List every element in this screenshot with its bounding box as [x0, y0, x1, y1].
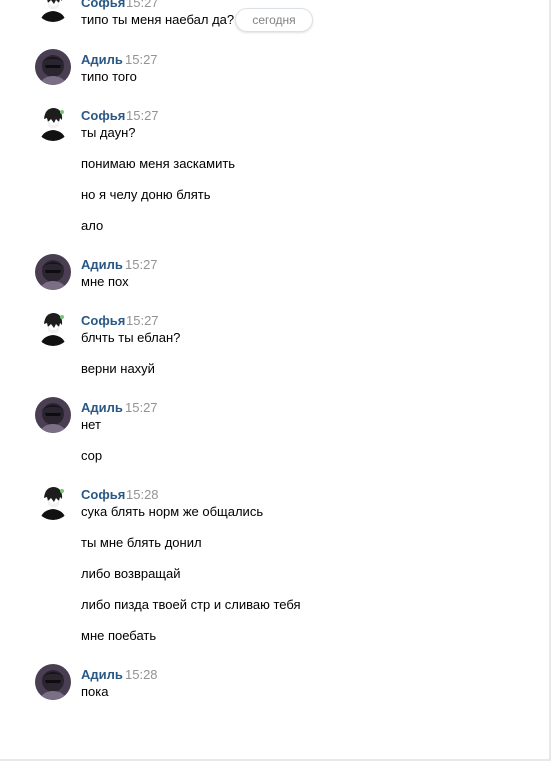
avatar-sofya-image: [35, 0, 71, 22]
message-text: пока: [81, 684, 109, 699]
message-text: понимаю меня заскамить: [81, 156, 236, 171]
timestamp[interactable]: 15:27: [125, 400, 158, 415]
avatar-adil[interactable]: [35, 664, 71, 700]
message-text: мне поебать: [81, 628, 157, 643]
author-name[interactable]: Адиль: [81, 667, 123, 682]
timestamp[interactable]: 15:27: [126, 108, 159, 123]
timestamp[interactable]: 15:27: [126, 313, 159, 328]
message-text: сор: [81, 448, 103, 463]
message-text: ты мне блять донил: [81, 535, 202, 550]
avatar-adil-image: [35, 664, 71, 700]
avatar-adil-image: [35, 254, 71, 290]
timestamp[interactable]: 15:27: [125, 257, 158, 272]
message-text: ты даун?: [81, 125, 136, 140]
author-name[interactable]: Софья: [81, 313, 125, 328]
message-text: либо возвращай: [81, 566, 181, 581]
avatar-sofya[interactable]: [35, 484, 71, 520]
timestamp[interactable]: 15:28: [125, 667, 158, 682]
avatar-adil[interactable]: [35, 397, 71, 433]
author-name[interactable]: Софья: [81, 0, 125, 10]
message-text: типо ты меня наебал да?: [81, 12, 235, 27]
author-name[interactable]: Адиль: [81, 257, 123, 272]
avatar-sofya[interactable]: [35, 105, 71, 141]
author-name[interactable]: Адиль: [81, 52, 123, 67]
avatar-sofya-image: [35, 484, 71, 520]
timestamp[interactable]: 15:28: [126, 487, 159, 502]
avatar-sofya-image: [35, 105, 71, 141]
message-text: типо того: [81, 69, 137, 84]
message-text: ало: [81, 218, 104, 233]
message-text: мне пох: [81, 274, 129, 289]
timestamp[interactable]: 15:27: [126, 0, 159, 10]
message-text: либо пизда твоей стр и сливаю тебя: [81, 597, 301, 612]
author-name[interactable]: Софья: [81, 487, 125, 502]
message-text: сука блять норм же общались: [81, 504, 264, 519]
author-name[interactable]: Софья: [81, 108, 125, 123]
message-text: нет: [81, 417, 101, 432]
avatar-adil-image: [35, 49, 71, 85]
avatar-adil-image: [35, 397, 71, 433]
avatar-adil[interactable]: [35, 49, 71, 85]
message-text: но я челу доню блять: [81, 187, 211, 202]
message-text: верни нахуй: [81, 361, 155, 376]
avatar-sofya[interactable]: [35, 0, 71, 22]
avatar-adil[interactable]: [35, 254, 71, 290]
avatar-sofya-image: [35, 310, 71, 346]
avatar-sofya[interactable]: [35, 310, 71, 346]
message-text: блчть ты еблан?: [81, 330, 181, 345]
timestamp[interactable]: 15:27: [125, 52, 158, 67]
date-pill: сегодня: [235, 8, 313, 32]
author-name[interactable]: Адиль: [81, 400, 123, 415]
